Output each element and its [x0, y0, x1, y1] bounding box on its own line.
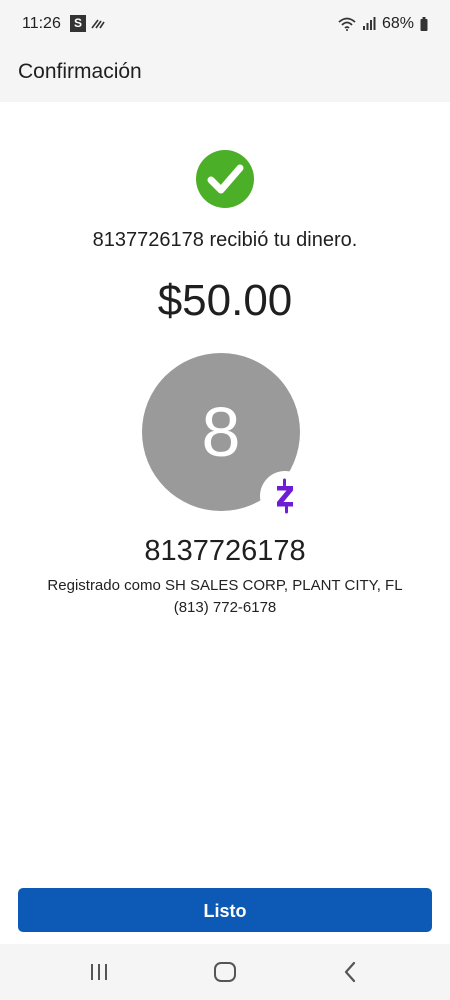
zelle-badge [260, 471, 310, 521]
received-message: 8137726178 recibió tu dinero. [92, 229, 358, 251]
zelle-logo-icon [277, 478, 293, 514]
page-title: Confirmación [18, 60, 142, 83]
wifi-calling-icon [91, 19, 105, 29]
s-app-icon: S [70, 15, 86, 32]
battery-icon [420, 17, 428, 31]
app-header: Confirmación [0, 48, 450, 102]
recipient-id: 8137726178 [144, 535, 306, 567]
status-right: 68% [338, 15, 428, 33]
success-check-icon [196, 150, 254, 208]
status-time: 11:26 [22, 15, 61, 32]
recipient-phone: (813) 772-6178 [173, 599, 277, 616]
recent-apps-icon[interactable] [88, 962, 110, 982]
registered-as-text: Registrado como SH SALES CORP, PLANT CIT… [47, 577, 403, 594]
amount-sent: $50.00 [157, 276, 293, 325]
wifi-icon [338, 17, 356, 31]
done-button[interactable]: Listo [18, 888, 432, 932]
battery-percent: 68% [381, 15, 414, 32]
home-icon[interactable] [213, 961, 237, 983]
signal-icon [362, 17, 376, 30]
system-nav-bar [0, 944, 450, 1000]
status-bar: 11:26 S 68% [0, 0, 450, 48]
back-icon[interactable] [340, 960, 360, 984]
